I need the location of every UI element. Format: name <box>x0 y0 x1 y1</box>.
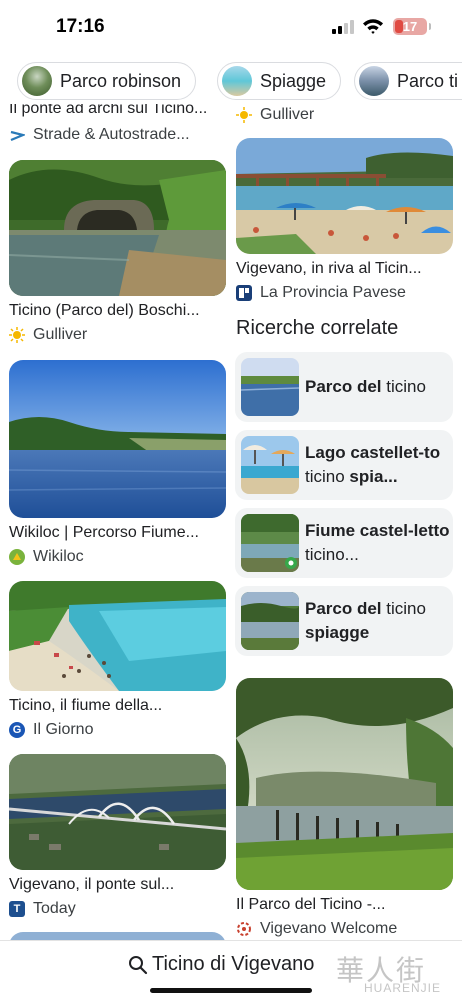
source-label: Vigevano Welcome <box>260 920 398 937</box>
status-bar: 17:16 17 <box>0 0 462 56</box>
today-icon: T <box>9 901 25 917</box>
result-source[interactable]: Strade & Autostrade... <box>9 126 190 144</box>
result-source[interactable]: Wikiloc <box>9 548 84 566</box>
search-query-text: Ticino di Vigevano <box>152 953 315 975</box>
watermark: 華人街 HUARENJIE <box>336 949 460 997</box>
result-title[interactable]: Vigevano, in riva al Ticin... <box>236 260 452 278</box>
related-chips-row: Parco robinson Spiagge Parco ti <box>0 62 462 102</box>
cellular-signal-icon <box>332 20 356 34</box>
chip-parco-robinson[interactable]: Parco robinson <box>17 62 197 100</box>
result-image[interactable] <box>9 360 226 518</box>
gulliver-sun-icon <box>236 107 252 123</box>
search-query[interactable]: Ticino di Vigevano <box>128 953 314 976</box>
result-image[interactable] <box>236 678 453 890</box>
image-results-grid: Il ponte ad archi sul Ticino... Strade &… <box>0 104 462 940</box>
source-label: Gulliver <box>260 106 315 123</box>
related-search-fiume-castelletto[interactable]: Fiume castel-letto ticino... <box>235 508 453 578</box>
chip-label: Parco ti <box>397 70 459 91</box>
result-image[interactable] <box>9 932 226 940</box>
chip-thumbnail <box>222 66 252 96</box>
related-thumbnail <box>241 436 299 494</box>
related-thumbnail <box>241 514 299 572</box>
result-source[interactable]: T Today <box>9 900 76 918</box>
result-title[interactable]: Il ponte ad archi sul Ticino... <box>9 104 225 118</box>
related-searches-heading: Ricerche correlate <box>236 317 399 339</box>
source-label: Il Giorno <box>33 721 94 738</box>
search-icon <box>129 955 148 974</box>
battery-icon: 17 <box>393 18 431 35</box>
related-label: Parco del ticino <box>305 377 426 396</box>
chip-label: Parco robinson <box>60 70 182 91</box>
provincia-pavese-icon <box>236 285 252 301</box>
source-label: Wikiloc <box>33 548 84 565</box>
vigevano-welcome-icon <box>236 921 252 937</box>
result-source[interactable]: Gulliver <box>9 326 87 344</box>
chip-parco-ticino[interactable]: Parco ti <box>354 62 462 100</box>
chip-thumbnail <box>359 66 389 96</box>
related-search-parco-del-ticino[interactable]: Parco del ticino <box>235 352 453 422</box>
related-thumbnail <box>241 358 299 416</box>
wikiloc-icon <box>9 549 25 565</box>
result-title[interactable]: Il Parco del Ticino -... <box>236 896 452 914</box>
result-source[interactable]: G Il Giorno <box>9 721 93 739</box>
chip-thumbnail <box>22 66 52 96</box>
chip-spiagge[interactable]: Spiagge <box>217 62 342 100</box>
source-label: La Provincia Pavese <box>260 284 406 301</box>
wifi-icon <box>363 19 383 34</box>
related-label: Parco del ticino spiagge <box>305 599 426 642</box>
related-label: Lago castellet-to ticino spia... <box>305 443 441 486</box>
il-giorno-icon: G <box>9 722 25 738</box>
result-source[interactable]: Gulliver <box>236 106 314 124</box>
bottom-search-bar: Ticino di Vigevano 華人街 HUARENJIE <box>0 940 462 1000</box>
result-title[interactable]: Wikiloc | Percorso Fiume... <box>9 524 225 542</box>
result-image[interactable] <box>236 138 453 254</box>
result-source[interactable]: Vigevano Welcome <box>236 920 397 938</box>
battery-level: 17 <box>402 19 418 34</box>
source-label: Strade & Autostrade... <box>33 126 190 143</box>
result-source[interactable]: La Provincia Pavese <box>236 284 406 302</box>
chip-label: Spiagge <box>260 70 327 91</box>
result-title[interactable]: Vigevano, il ponte sul... <box>9 876 225 894</box>
related-search-parco-ticino-spiagge[interactable]: Parco del ticino spiagge <box>235 586 453 656</box>
result-image[interactable] <box>9 754 226 870</box>
source-label: Gulliver <box>33 326 88 343</box>
strade-logo-icon <box>9 127 25 143</box>
result-title[interactable]: Ticino (Parco del) Boschi... <box>9 302 225 320</box>
result-image[interactable] <box>9 160 226 296</box>
related-thumbnail <box>241 592 299 650</box>
home-indicator[interactable] <box>150 988 312 993</box>
watermark-text: HUARENJIE <box>364 981 442 995</box>
result-image[interactable] <box>9 581 226 691</box>
related-label: Fiume castel-letto ticino... <box>305 521 450 564</box>
status-time: 17:16 <box>56 16 105 37</box>
source-label: Today <box>33 900 76 917</box>
result-title[interactable]: Ticino, il fiume della... <box>9 697 225 715</box>
gulliver-sun-icon <box>9 327 25 343</box>
related-search-lago-castelletto[interactable]: Lago castellet-to ticino spia... <box>235 430 453 500</box>
